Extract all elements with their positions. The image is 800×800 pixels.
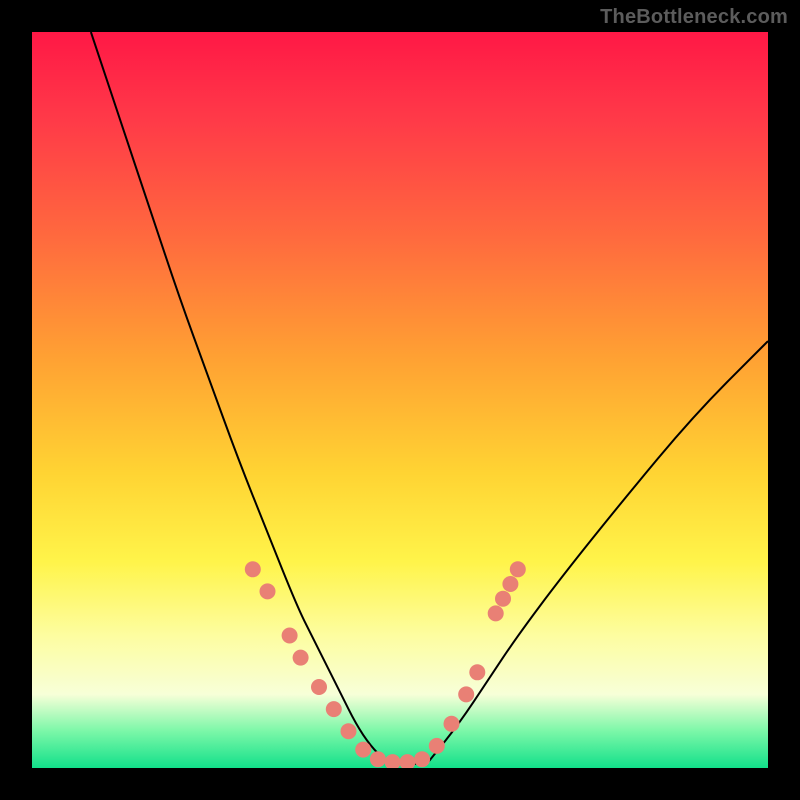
marker-right-2: [458, 686, 474, 702]
marker-right-6: [502, 576, 518, 592]
marker-right-1: [444, 716, 460, 732]
marker-left-2: [282, 628, 298, 644]
marker-left-9: [385, 754, 401, 768]
watermark-label: TheBottleneck.com: [600, 6, 788, 29]
marker-left-1: [260, 583, 276, 599]
plot-area: [32, 32, 768, 768]
marker-left-5: [326, 701, 342, 717]
marker-right-5: [495, 591, 511, 607]
marker-right-3: [469, 664, 485, 680]
marker-left-8: [370, 751, 386, 767]
marker-right-7: [510, 561, 526, 577]
marker-left-3: [293, 650, 309, 666]
marker-group-left: [245, 561, 430, 768]
marker-left-11: [414, 751, 430, 767]
marker-right-0: [429, 738, 445, 754]
marker-left-10: [399, 754, 415, 768]
chart-frame: TheBottleneck.com: [0, 0, 800, 800]
marker-right-4: [488, 605, 504, 621]
marker-left-4: [311, 679, 327, 695]
curve-path: [91, 32, 768, 764]
marker-left-0: [245, 561, 261, 577]
marker-group-right: [429, 561, 526, 754]
bottleneck-curve: [32, 32, 768, 768]
marker-left-6: [341, 723, 357, 739]
marker-left-7: [355, 742, 371, 758]
